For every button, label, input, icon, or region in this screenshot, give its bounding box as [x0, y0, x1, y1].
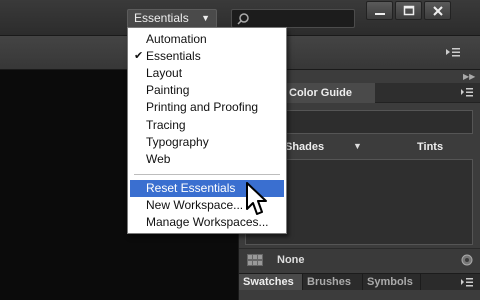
- swatch-group-label: None: [277, 254, 305, 266]
- panel-menu-icon[interactable]: [461, 88, 473, 97]
- color-guide-footer: None: [239, 248, 480, 270]
- menu-item-automation[interactable]: Automation: [130, 31, 284, 48]
- menu-item-label: Reset Essentials: [146, 181, 236, 195]
- panel-menu-icon[interactable]: [446, 47, 460, 57]
- menu-item-label: Essentials: [146, 49, 201, 63]
- workspace-switcher-button[interactable]: Essentials ▼: [127, 9, 217, 28]
- menu-item-label: Typography: [146, 135, 209, 149]
- chevron-down-icon: ▼: [201, 13, 210, 23]
- checkmark-icon: ✔: [134, 50, 144, 62]
- menu-item-label: Tracing: [146, 118, 186, 132]
- menu-item-label: Painting: [146, 83, 190, 97]
- tab-swatches[interactable]: Swatches: [239, 274, 303, 291]
- menu-item-essentials[interactable]: ✔ Essentials: [130, 48, 284, 65]
- menu-item-label: Printing and Proofing: [146, 100, 259, 114]
- tab-label: Swatches: [243, 276, 294, 288]
- chevron-down-icon[interactable]: ▼: [353, 141, 362, 151]
- minimize-icon: [375, 13, 385, 15]
- menu-item-label: Layout: [146, 66, 183, 80]
- maximize-button[interactable]: [395, 1, 422, 20]
- collapse-panels-icon[interactable]: ▶▶: [463, 72, 475, 81]
- minimize-button[interactable]: [366, 1, 393, 20]
- menu-item-web[interactable]: Web: [130, 151, 284, 168]
- color-guide-tab-label: Color Guide: [289, 87, 352, 99]
- menu-item-painting[interactable]: Painting: [130, 82, 284, 99]
- menu-item-tracing[interactable]: Tracing: [130, 117, 284, 134]
- maximize-icon: [403, 5, 415, 16]
- shades-label: Shades: [285, 141, 325, 153]
- menu-item-label: New Workspace...: [146, 198, 244, 212]
- menu-item-label: Automation: [146, 32, 207, 46]
- panel-menu-icon[interactable]: [461, 278, 473, 287]
- swatches-content: [239, 290, 480, 300]
- tab-color-guide[interactable]: Color Guide: [283, 83, 375, 103]
- menu-item-typography[interactable]: Typography: [130, 134, 284, 151]
- tab-symbols[interactable]: Symbols: [363, 274, 421, 291]
- close-icon: [433, 6, 443, 16]
- swatch-grid-icon[interactable]: [247, 254, 263, 266]
- tints-label: Tints: [417, 141, 444, 153]
- workspace-switcher-label: Essentials: [134, 11, 189, 25]
- menu-item-printing-and-proofing[interactable]: Printing and Proofing: [130, 99, 284, 116]
- mouse-cursor-icon: [246, 182, 267, 215]
- tab-label: Brushes: [307, 276, 352, 288]
- color-wheel-icon[interactable]: [461, 254, 473, 266]
- menu-separator: [134, 174, 280, 175]
- search-input[interactable]: [231, 9, 355, 28]
- tab-label: Symbols: [367, 276, 413, 288]
- menu-item-layout[interactable]: Layout: [130, 65, 284, 82]
- search-icon: [237, 13, 249, 25]
- close-button[interactable]: [424, 1, 451, 20]
- tab-brushes[interactable]: Brushes: [303, 274, 363, 291]
- swatches-panel-tabs: Swatches Brushes Symbols: [239, 273, 480, 291]
- menu-item-label: Web: [146, 152, 171, 166]
